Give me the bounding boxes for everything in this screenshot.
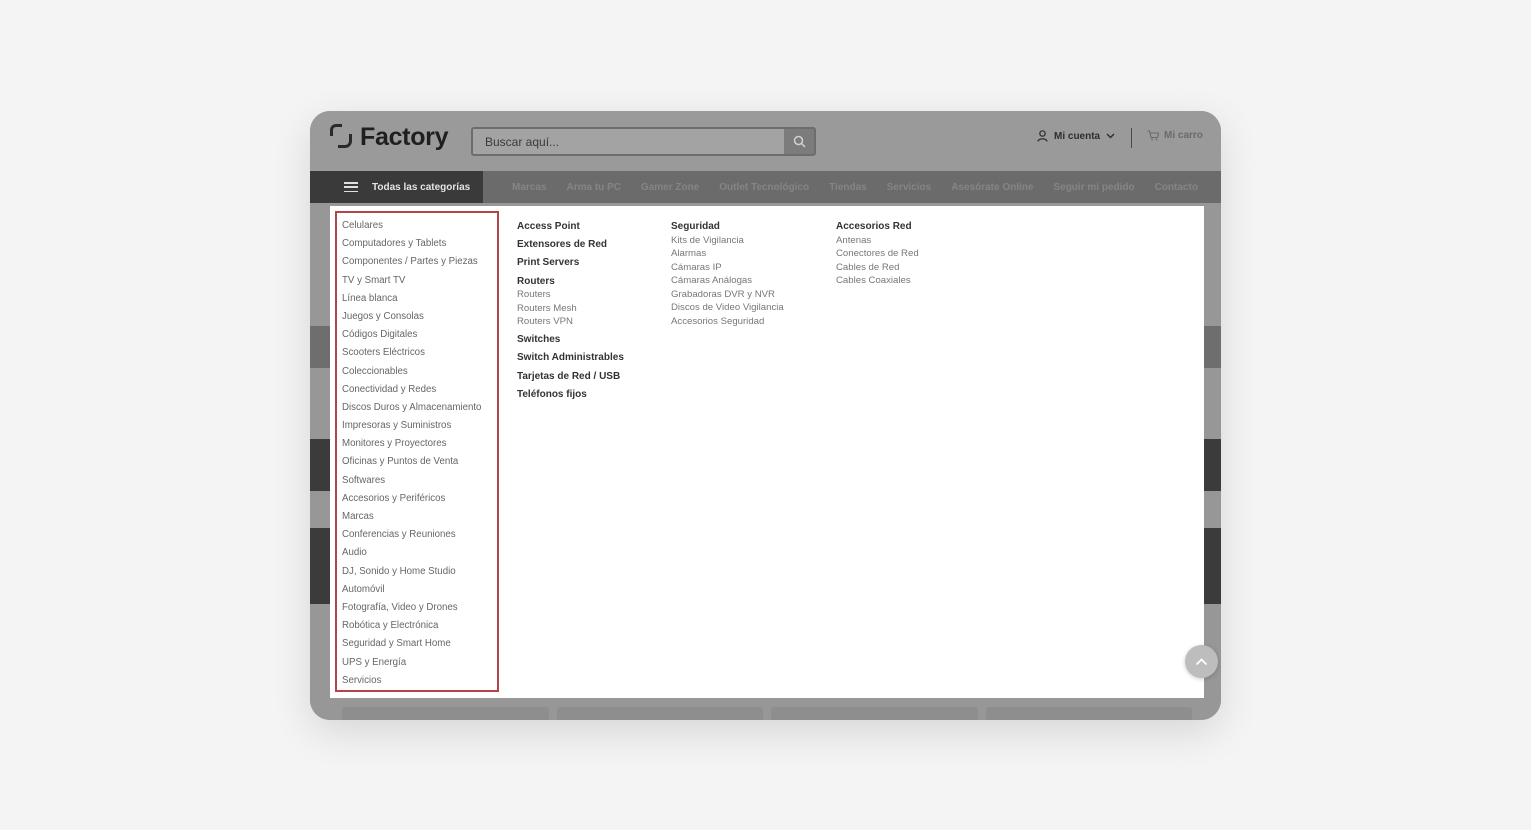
category-list: Celulares Computadores y Tablets Compone… xyxy=(335,211,499,692)
submenu-item[interactable]: Grabadoras DVR y NVR xyxy=(671,288,784,302)
category-item[interactable]: Servicios xyxy=(337,674,497,692)
nav-link-arma-tu-pc[interactable]: Arma tu PC xyxy=(566,182,620,193)
product-card xyxy=(771,707,978,720)
submenu-heading[interactable]: Routers xyxy=(517,275,624,289)
category-item[interactable]: Coleccionables xyxy=(337,365,497,383)
all-categories-label: Todas las categorías xyxy=(372,181,471,193)
search-bar xyxy=(471,127,816,156)
category-item[interactable]: Línea blanca xyxy=(337,292,497,310)
category-item[interactable]: Automóvil xyxy=(337,583,497,601)
category-item[interactable]: Conferencias y Reuniones xyxy=(337,528,497,546)
nav-link-asesorate[interactable]: Asesórate Online xyxy=(951,182,1033,193)
submenu-item[interactable]: Cables Coaxiales xyxy=(836,274,919,288)
cart-icon xyxy=(1147,130,1159,141)
submenu-item[interactable]: Routers xyxy=(517,288,624,302)
site-header: Factory Mi cuenta xyxy=(310,111,1221,171)
search-icon xyxy=(793,135,806,148)
category-item[interactable]: Monitores y Proyectores xyxy=(337,437,497,455)
category-item[interactable]: Códigos Digitales xyxy=(337,328,497,346)
nav-link-seguir-pedido[interactable]: Seguir mi pedido xyxy=(1053,182,1134,193)
submenu-heading[interactable]: Print Servers xyxy=(517,256,624,274)
submenu-item[interactable]: Routers VPN xyxy=(517,315,624,333)
user-icon xyxy=(1037,130,1048,142)
browser-frame: Factory Mi cuenta xyxy=(310,111,1221,720)
nav-links: Marcas Arma tu PC Gamer Zone Outlet Tecn… xyxy=(512,171,1198,203)
nav-link-tiendas[interactable]: Tiendas xyxy=(829,182,867,193)
account-menu[interactable]: Mi cuenta xyxy=(1037,130,1115,142)
category-item[interactable]: TV y Smart TV xyxy=(337,274,497,292)
scroll-to-top-button[interactable] xyxy=(1185,645,1218,678)
submenu-column-networking: Access Point Extensores de Red Print Ser… xyxy=(517,220,624,406)
submenu-heading[interactable]: Tarjetas de Red / USB xyxy=(517,370,624,388)
nav-link-gamer-zone[interactable]: Gamer Zone xyxy=(641,182,699,193)
header-divider xyxy=(1131,128,1132,148)
chevron-up-icon xyxy=(1195,657,1208,665)
submenu-column-seguridad: Seguridad Kits de Vigilancia Alarmas Cám… xyxy=(671,220,784,328)
submenu-heading[interactable]: Teléfonos fijos xyxy=(517,388,624,406)
submenu-item[interactable]: Routers Mesh xyxy=(517,302,624,316)
submenu-item[interactable]: Conectores de Red xyxy=(836,247,919,261)
product-card xyxy=(556,707,763,720)
account-label: Mi cuenta xyxy=(1054,130,1101,142)
submenu-item[interactable]: Cables de Red xyxy=(836,261,919,275)
submenu-item[interactable]: Accesorios Seguridad xyxy=(671,315,784,329)
product-card xyxy=(342,707,549,720)
logo-mark-icon xyxy=(328,124,356,150)
submenu-heading[interactable]: Switch Administrables xyxy=(517,351,624,369)
category-item[interactable]: Discos Duros y Almacenamiento xyxy=(337,401,497,419)
cart-button[interactable]: Mi carro xyxy=(1147,130,1203,141)
site-logo[interactable]: Factory xyxy=(328,122,449,151)
product-card xyxy=(985,707,1192,720)
cart-label: Mi carro xyxy=(1164,130,1203,141)
category-item[interactable]: Robótica y Electrónica xyxy=(337,619,497,637)
submenu-heading[interactable]: Seguridad xyxy=(671,220,784,234)
category-item[interactable]: Conectividad y Redes xyxy=(337,383,497,401)
category-item[interactable]: Scooters Eléctricos xyxy=(337,346,497,364)
category-item[interactable]: Audio xyxy=(337,546,497,564)
submenu-heading[interactable]: Switches xyxy=(517,333,624,351)
submenu-item[interactable]: Cámaras IP xyxy=(671,261,784,275)
submenu-item[interactable]: Cámaras Análogas xyxy=(671,274,784,288)
category-item[interactable]: DJ, Sonido y Home Studio xyxy=(337,565,497,583)
category-item[interactable]: Impresoras y Suministros xyxy=(337,419,497,437)
hamburger-menu-icon xyxy=(344,182,358,192)
category-item[interactable]: Fotografía, Video y Drones xyxy=(337,601,497,619)
main-navbar: Todas las categorías Marcas Arma tu PC G… xyxy=(310,171,1221,203)
all-categories-button[interactable]: Todas las categorías xyxy=(310,171,483,203)
category-item[interactable]: Oficinas y Puntos de Venta xyxy=(337,455,497,473)
submenu-item[interactable]: Antenas xyxy=(836,234,919,248)
category-item[interactable]: Softwares xyxy=(337,474,497,492)
category-item[interactable]: Computadores y Tablets xyxy=(337,237,497,255)
category-item[interactable]: Marcas xyxy=(337,510,497,528)
category-item[interactable]: Seguridad y Smart Home xyxy=(337,637,497,655)
category-item[interactable]: Componentes / Partes y Piezas xyxy=(337,255,497,273)
nav-link-servicios[interactable]: Servicios xyxy=(887,182,931,193)
category-item[interactable]: Celulares xyxy=(337,219,497,237)
submenu-column-accesorios-red: Accesorios Red Antenas Conectores de Red… xyxy=(836,220,919,288)
search-input[interactable] xyxy=(473,129,784,154)
submenu-item[interactable]: Alarmas xyxy=(671,247,784,261)
submenu-item[interactable]: Discos de Video Vigilancia xyxy=(671,301,784,315)
category-item[interactable]: UPS y Energía xyxy=(337,656,497,674)
nav-link-contacto[interactable]: Contacto xyxy=(1155,182,1198,193)
submenu-heading[interactable]: Access Point xyxy=(517,220,624,238)
category-item[interactable]: Juegos y Consolas xyxy=(337,310,497,328)
nav-link-outlet[interactable]: Outlet Tecnológico xyxy=(719,182,809,193)
background-product-cards xyxy=(342,707,1192,720)
category-item[interactable]: Accesorios y Periféricos xyxy=(337,492,497,510)
submenu-heading[interactable]: Accesorios Red xyxy=(836,220,919,234)
submenu-item[interactable]: Kits de Vigilancia xyxy=(671,234,784,248)
submenu-heading[interactable]: Extensores de Red xyxy=(517,238,624,256)
nav-link-marcas[interactable]: Marcas xyxy=(512,182,546,193)
search-button[interactable] xyxy=(784,129,814,154)
logo-text: Factory xyxy=(360,122,449,151)
categories-mega-menu: Celulares Computadores y Tablets Compone… xyxy=(330,206,1204,698)
chevron-down-icon xyxy=(1106,133,1115,139)
